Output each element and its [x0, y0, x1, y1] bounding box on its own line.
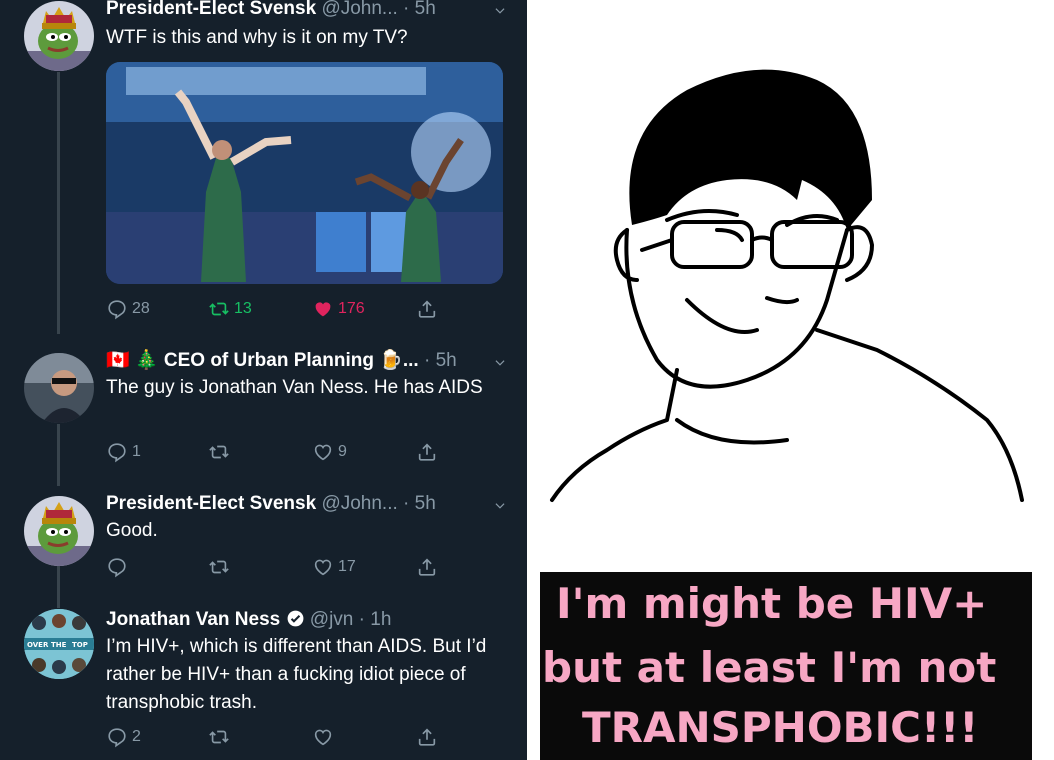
display-name[interactable]: President-Elect Svensk — [106, 493, 316, 514]
share-icon — [416, 298, 438, 320]
retweet-button[interactable] — [208, 439, 234, 465]
chevron-down-icon[interactable] — [493, 356, 507, 370]
tweet-text: The guy is Jonathan Van Ness. He has AID… — [106, 377, 483, 398]
gymnasts-photo — [106, 62, 503, 284]
twitter-thread: President-Elect Svensk @John... · 5h WTF… — [0, 0, 527, 760]
reply-icon — [106, 726, 128, 748]
share-icon — [416, 441, 438, 463]
reply-count: 1 — [132, 443, 141, 460]
reply-button[interactable]: 2 — [106, 724, 141, 750]
retweet-count: 13 — [234, 300, 252, 317]
chevron-down-icon[interactable] — [493, 499, 507, 513]
retweet-button[interactable] — [208, 724, 234, 750]
heart-icon — [312, 556, 334, 578]
heart-icon — [312, 298, 334, 320]
like-button[interactable] — [312, 724, 338, 750]
avatar-text-top: TOP — [72, 641, 88, 649]
reply-button[interactable] — [106, 554, 132, 580]
like-count: 9 — [338, 443, 347, 460]
reply-icon — [106, 556, 128, 578]
handle-time: · 5h — [424, 350, 457, 371]
share-button[interactable] — [416, 296, 438, 322]
display-name[interactable]: Jonathan Van Ness — [106, 609, 280, 630]
reply-button[interactable]: 28 — [106, 296, 150, 322]
chevron-down-icon[interactable] — [493, 4, 507, 18]
display-name[interactable]: President-Elect Svensk — [106, 0, 316, 19]
name-emoji: 🍺... — [379, 350, 419, 371]
avatar[interactable] — [24, 496, 94, 566]
thread-line — [57, 424, 60, 486]
over-the-top-avatar: OVER THE TOP — [24, 609, 94, 679]
avatar[interactable] — [24, 353, 94, 423]
share-icon — [416, 726, 438, 748]
meme-panel: I'm might be HIV+ but at least I'm not T… — [527, 0, 1054, 760]
name-flags: 🇨🇦 🎄 — [106, 350, 159, 371]
smug-guy-drawing — [550, 69, 1024, 502]
handle-time: @jvn · 1h — [309, 609, 392, 630]
like-button[interactable]: 9 — [312, 439, 347, 465]
reply-count: 2 — [132, 728, 141, 745]
share-icon — [416, 556, 438, 578]
retweet-icon — [208, 298, 230, 320]
tweet-media[interactable] — [106, 62, 503, 284]
caption-line-1: I'm might be HIV+ — [556, 579, 988, 628]
reply-count: 28 — [132, 300, 150, 317]
display-name[interactable]: CEO of Urban Planning — [164, 350, 374, 371]
heart-icon — [312, 726, 334, 748]
like-count: 176 — [338, 300, 365, 317]
thread-line — [57, 566, 60, 608]
retweet-icon — [208, 556, 230, 578]
tweet-text: Good. — [106, 520, 158, 541]
thread-line — [57, 72, 60, 334]
like-button[interactable]: 176 — [312, 296, 365, 322]
like-button[interactable]: 17 — [312, 554, 356, 580]
reply-icon — [106, 298, 128, 320]
meme-caption: I'm might be HIV+ but at least I'm not T… — [540, 572, 1032, 760]
handle-time: @John... · 5h — [321, 493, 436, 514]
heart-icon — [312, 441, 334, 463]
like-count: 17 — [338, 558, 356, 575]
verified-badge-icon — [287, 610, 303, 627]
avatar-text-over: OVER — [27, 641, 49, 649]
retweet-icon — [208, 441, 230, 463]
avatar[interactable]: OVER THE TOP — [24, 609, 94, 679]
avatar[interactable] — [24, 1, 94, 71]
avatar-text-the: THE — [51, 641, 67, 649]
reply-button[interactable]: 1 — [106, 439, 141, 465]
avatar-photo — [24, 353, 94, 423]
share-button[interactable] — [416, 554, 438, 580]
caption-line-2: but at least I'm not — [542, 643, 997, 692]
caption-line-3: TRANSPHOBIC!!! — [582, 703, 979, 752]
tweet-text: WTF is this and why is it on my TV? — [106, 27, 408, 48]
share-button[interactable] — [416, 724, 438, 750]
retweet-button[interactable] — [208, 554, 234, 580]
reply-icon — [106, 441, 128, 463]
retweet-button[interactable]: 13 — [208, 296, 252, 322]
share-button[interactable] — [416, 439, 438, 465]
tweet-text: I’m HIV+, which is different than AIDS. … — [106, 636, 487, 713]
handle-time: @John... · 5h — [321, 0, 436, 19]
retweet-icon — [208, 726, 230, 748]
